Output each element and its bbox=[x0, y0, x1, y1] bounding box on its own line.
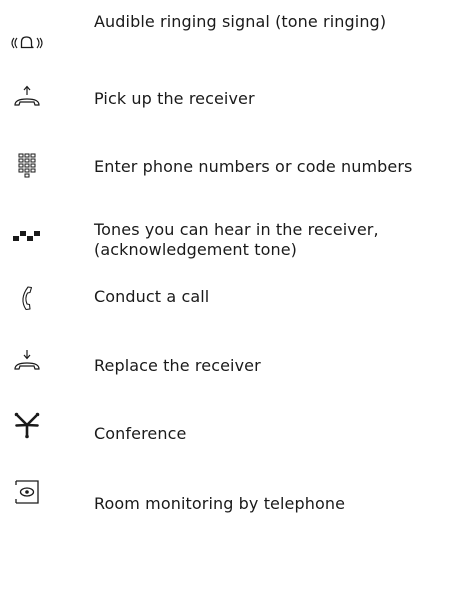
handset-icon bbox=[5, 283, 49, 313]
legend-text: Conference bbox=[94, 424, 187, 443]
legend-text: Tones you can hear in the receiver, (ack… bbox=[94, 220, 379, 259]
legend-text: Enter phone numbers or code numbers bbox=[94, 157, 413, 176]
legend-text: Room monitoring by telephone bbox=[94, 494, 346, 513]
conference-icon bbox=[5, 410, 49, 440]
legend-text: Pick up the receiver bbox=[94, 89, 255, 108]
replace-receiver-icon bbox=[5, 346, 49, 376]
legend-text: Audible ringing signal (tone ringing) bbox=[94, 12, 387, 31]
ringing-tone-icon bbox=[5, 28, 49, 58]
acknowledgement-tone-icon bbox=[5, 221, 49, 251]
pick-up-receiver-icon bbox=[5, 82, 49, 112]
keypad-icon bbox=[5, 150, 49, 180]
legend-text: Conduct a call bbox=[94, 287, 210, 306]
legend-text: Replace the receiver bbox=[94, 356, 261, 375]
room-monitoring-icon bbox=[5, 477, 49, 507]
